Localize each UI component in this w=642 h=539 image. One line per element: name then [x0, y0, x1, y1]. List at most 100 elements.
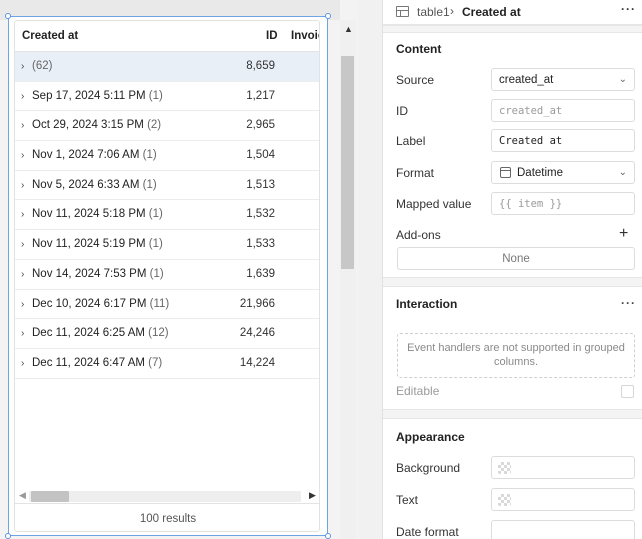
more-options-icon[interactable]: ··· [621, 296, 636, 310]
calendar-icon [500, 167, 511, 178]
source-value: created_at [499, 74, 554, 86]
format-value: Datetime [517, 167, 564, 179]
background-color-input[interactable] [491, 456, 635, 479]
scroll-thumb[interactable] [341, 56, 354, 269]
chevron-right-icon[interactable]: › [21, 269, 24, 280]
mapped-value-label: Mapped value [396, 197, 472, 211]
table-row[interactable]: › Nov 11, 2024 5:19 PM (1) 1,533 [15, 230, 319, 260]
breadcrumb-parent[interactable]: table1 [417, 5, 450, 19]
label-input[interactable]: Created at [491, 129, 635, 152]
table-row[interactable]: › Dec 10, 2024 6:17 PM (11) 21,966 [15, 290, 319, 320]
scroll-up-icon[interactable]: ▲ [344, 24, 353, 34]
row-date: Nov 11, 2024 5:18 PM [32, 208, 146, 221]
column-header-created-at[interactable]: Created at [22, 30, 78, 42]
chevron-down-icon: ⌄ [618, 74, 627, 85]
id-label: ID [396, 104, 408, 118]
row-id: 2,965 [246, 119, 275, 132]
row-date: Dec 11, 2024 6:47 AM [32, 356, 145, 369]
row-group-count: (1) [148, 89, 163, 102]
row-group-label: (62) [32, 60, 52, 72]
id-placeholder: created_at [499, 105, 563, 117]
table-row[interactable]: › (62) 8,659 [15, 52, 319, 82]
source-select[interactable]: created_at ⌄ [491, 68, 635, 91]
table-row[interactable]: › Dec 11, 2024 6:25 AM (12) 24,246 [15, 319, 319, 349]
section-divider [383, 25, 642, 33]
section-title-content: Content [396, 42, 442, 56]
row-date: Nov 11, 2024 5:19 PM [32, 238, 146, 251]
add-icon[interactable]: + [619, 225, 628, 243]
data-table: Created at ID Invoic › (62) 8,659 › Sep 17,… [14, 20, 320, 532]
resize-handle[interactable] [5, 533, 11, 539]
id-input[interactable]: created_at [491, 99, 635, 122]
table-header: Created at ID Invoic [15, 21, 319, 52]
source-label: Source [396, 73, 435, 87]
text-label: Text [396, 493, 419, 507]
chevron-right-icon[interactable]: › [21, 120, 24, 131]
table-row[interactable]: › Oct 29, 2024 3:15 PM (2) 2,965 [15, 111, 319, 142]
row-group-label: Nov 14, 2024 7:53 PM (1) [32, 268, 164, 280]
editable-label: Editable [396, 384, 440, 398]
table-row[interactable]: › Sep 17, 2024 5:11 PM (1) 1,217 [15, 82, 319, 112]
row-id: 1,504 [246, 149, 275, 162]
chevron-right-icon: › [450, 4, 454, 18]
section-title-interaction: Interaction [396, 297, 458, 311]
resize-handle[interactable] [325, 13, 331, 19]
mapped-value-placeholder: {{ item }} [499, 198, 563, 210]
transparent-swatch-icon [498, 462, 511, 474]
row-group-label: Nov 1, 2024 7:06 AM (1) [32, 149, 157, 161]
date-format-input[interactable] [491, 520, 635, 539]
column-header-id[interactable]: ID [266, 30, 278, 42]
row-id: 1,513 [246, 178, 275, 191]
table-body: › (62) 8,659 › Sep 17, 2024 5:11 PM (1) 1,21… [15, 52, 319, 379]
row-group-label: Nov 11, 2024 5:19 PM (1) [32, 238, 163, 250]
event-handlers-notice: Event handlers are not supported in grou… [397, 333, 635, 378]
row-group-count: (1) [149, 267, 164, 280]
row-group-count: (1) [142, 178, 157, 191]
row-id: 24,246 [239, 327, 275, 340]
row-id: 1,639 [246, 267, 275, 280]
background-label: Background [396, 461, 461, 475]
row-group-count: (62) [32, 60, 53, 72]
mapped-value-input[interactable]: {{ item }} [491, 192, 635, 215]
row-date: Dec 11, 2024 6:25 AM [32, 327, 145, 340]
chevron-right-icon[interactable]: › [21, 239, 24, 250]
row-group-label: Dec 10, 2024 6:17 PM (11) [32, 298, 169, 310]
label-label: Label [396, 134, 426, 148]
chevron-right-icon[interactable]: › [21, 180, 24, 191]
table-row[interactable]: › Nov 5, 2024 6:33 AM (1) 1,513 [15, 171, 319, 201]
text-color-input[interactable] [491, 488, 635, 511]
table-row[interactable]: › Nov 1, 2024 7:06 AM (1) 1,504 [15, 141, 319, 171]
row-group-count: (12) [148, 327, 169, 340]
scroll-left-icon[interactable]: ◀ [19, 490, 26, 501]
resize-handle[interactable] [5, 13, 11, 19]
row-group-label: Nov 11, 2024 5:18 PM (1) [32, 208, 163, 220]
table-row[interactable]: › Nov 11, 2024 5:18 PM (1) 1,532 [15, 200, 319, 231]
column-header-invoice[interactable]: Invoic [291, 30, 319, 42]
scroll-right-icon[interactable]: ▶ [309, 490, 316, 501]
resize-handle[interactable] [325, 533, 331, 539]
format-select[interactable]: Datetime ⌄ [491, 161, 635, 184]
table-row[interactable]: › Dec 11, 2024 6:47 AM (7) 14,224 [15, 349, 319, 379]
row-date: Oct 29, 2024 3:15 PM [32, 119, 144, 132]
row-id: 1,533 [246, 238, 275, 251]
row-id: 21,966 [239, 297, 275, 310]
chevron-right-icon[interactable]: › [21, 91, 24, 102]
scroll-thumb[interactable] [31, 491, 69, 502]
chevron-right-icon[interactable]: › [21, 150, 24, 161]
chevron-right-icon[interactable]: › [21, 328, 24, 339]
table-row[interactable]: › Nov 14, 2024 7:53 PM (1) 1,639 [15, 260, 319, 290]
scroll-track[interactable] [29, 491, 301, 502]
chevron-right-icon[interactable]: › [21, 61, 24, 72]
addons-none-button[interactable]: None [397, 247, 635, 270]
vertical-scrollbar[interactable]: ▲ [340, 20, 356, 539]
breadcrumb: table1 › Created at ··· [383, 0, 642, 25]
chevron-right-icon[interactable]: › [21, 209, 24, 220]
horizontal-scrollbar[interactable]: ◀ ▶ [15, 489, 319, 503]
chevron-right-icon[interactable]: › [21, 358, 24, 369]
breadcrumb-current: Created at [462, 5, 521, 19]
more-options-icon[interactable]: ··· [621, 2, 636, 16]
row-group-label: Dec 11, 2024 6:47 AM (7) [32, 357, 162, 369]
addons-label: Add-ons [396, 228, 441, 242]
chevron-right-icon[interactable]: › [21, 299, 24, 310]
editable-checkbox[interactable] [621, 385, 634, 398]
